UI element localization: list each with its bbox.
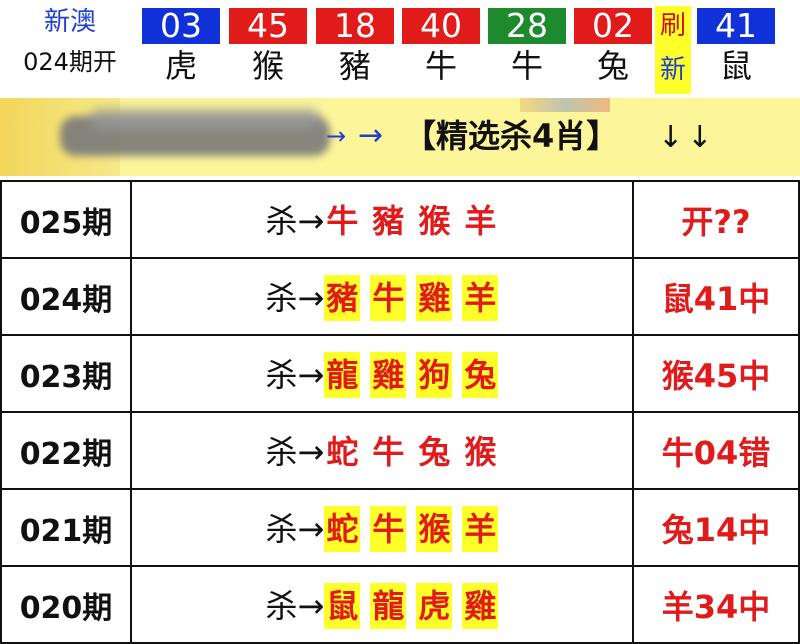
kill-zodiacs-cell: 杀→蛇牛猴羊 <box>130 488 634 567</box>
table-row: 024期 杀→豬牛雞羊鼠41中 <box>0 257 800 336</box>
zodiac-chip: 豬 <box>324 274 361 321</box>
draw-result-header: 新澳 024期开 03 虎 45 猴 18 豬 40 牛 28 牛 02 兔 41 鼠 刷 新 <box>0 0 800 95</box>
period-cell: 022期 <box>0 411 132 490</box>
kill-label: 杀→ <box>265 432 325 471</box>
zodiac-chip: 牛 <box>370 505 407 552</box>
zodiac-chip: 兔 <box>462 351 499 398</box>
ball-number: 41 <box>697 8 775 44</box>
right-arrow-icon: → <box>358 118 384 153</box>
zodiac-chip: 牛 <box>326 201 359 240</box>
period-cell: 025期 <box>0 180 132 259</box>
draw-ball: 41 鼠 <box>697 8 775 86</box>
zodiac-chip: 猴 <box>416 505 453 552</box>
kill-label: 杀→ <box>265 509 325 548</box>
ball-zodiac: 豬 <box>338 47 371 85</box>
draw-ball: 28 牛 <box>488 8 566 86</box>
kill-zodiacs-cell: 杀→鼠龍虎雞 <box>130 565 634 644</box>
result-cell: 开?? <box>632 180 800 259</box>
draw-period: 024期开 <box>23 48 117 76</box>
kill-label: 杀→ <box>265 278 325 317</box>
result-cell: 猴45中 <box>632 334 800 413</box>
ball-zodiac: 兔 <box>596 47 629 85</box>
zodiac-chip: 兔 <box>418 432 451 471</box>
kill-label: 杀→ <box>265 586 325 625</box>
ball-number: 03 <box>142 8 220 44</box>
table-row: 020期 杀→鼠龍虎雞羊34中 <box>0 565 800 644</box>
kill-label: 杀→ <box>265 355 325 394</box>
zodiac-chip: 狗 <box>416 351 453 398</box>
ball-number: 02 <box>574 8 652 44</box>
kill-zodiacs-cell: 杀→龍雞狗兔 <box>130 334 634 413</box>
table-row: 022期 杀→蛇牛兔猴牛04错 <box>0 411 800 490</box>
draw-ball: 18 豬 <box>316 8 394 86</box>
zodiac-chip: 龍 <box>370 582 407 629</box>
period-cell: 020期 <box>0 565 132 644</box>
draw-ball: 03 虎 <box>142 8 220 86</box>
ball-zodiac: 鼠 <box>719 47 752 85</box>
period-cell: 021期 <box>0 488 132 567</box>
prediction-table-body: 025期 杀→牛豬猴羊开?? 024期 杀→豬牛雞羊鼠41中 023期 杀→龍雞狗兔猴45… <box>0 180 800 644</box>
result-cell: 鼠41中 <box>632 257 800 336</box>
zodiac-chip: 虎 <box>416 582 453 629</box>
zodiac-chip: 猴 <box>464 432 497 471</box>
zodiac-chip: 猴 <box>418 201 451 240</box>
kill-zodiacs-cell: 杀→蛇牛兔猴 <box>130 411 634 490</box>
zodiac-chip: 羊 <box>464 201 497 240</box>
period-cell: 023期 <box>0 334 132 413</box>
right-arrow-icon: → <box>326 122 347 150</box>
zodiac-chip: 蛇 <box>324 505 361 552</box>
draw-ball: 02 兔 <box>574 8 652 86</box>
kill-label: 杀→ <box>265 201 325 240</box>
banner-title: 【精选杀4肖】 <box>404 117 619 155</box>
result-cell: 兔14中 <box>632 488 800 567</box>
kill-zodiacs-cell: 杀→豬牛雞羊 <box>130 257 634 336</box>
brand-title: 新澳 <box>43 7 96 37</box>
zodiac-chip: 雞 <box>462 582 499 629</box>
zodiac-chip: 龍 <box>324 351 361 398</box>
refresh-label-bottom: 新 <box>659 55 686 85</box>
zodiac-chip: 蛇 <box>326 432 359 471</box>
result-cell: 羊34中 <box>632 565 800 644</box>
ball-zodiac: 虎 <box>164 47 197 85</box>
ball-zodiac: 牛 <box>510 47 543 85</box>
table-row: 023期 杀→龍雞狗兔猴45中 <box>0 334 800 413</box>
ball-number: 18 <box>316 8 394 44</box>
zodiac-chip: 豬 <box>372 201 405 240</box>
ball-zodiac: 猴 <box>251 47 284 85</box>
draw-ball: 45 猴 <box>229 8 307 86</box>
ball-number: 40 <box>402 8 480 44</box>
zodiac-chip: 牛 <box>370 274 407 321</box>
down-arrows-icon: ↓↓ <box>658 120 717 155</box>
kill-zodiacs-cell: 杀→牛豬猴羊 <box>130 180 634 259</box>
refresh-label-top: 刷 <box>659 11 686 41</box>
zodiac-chip: 牛 <box>372 432 405 471</box>
zodiac-chip: 雞 <box>416 274 453 321</box>
section-banner: → → 【精选杀4肖】 ↓↓ <box>0 98 800 176</box>
ball-zodiac: 牛 <box>424 47 457 85</box>
zodiac-chip: 雞 <box>370 351 407 398</box>
result-cell: 牛04错 <box>632 411 800 490</box>
ball-number: 28 <box>488 8 566 44</box>
table-row: 021期 杀→蛇牛猴羊兔14中 <box>0 488 800 567</box>
ball-number: 45 <box>229 8 307 44</box>
draw-ball: 40 牛 <box>402 8 480 86</box>
zodiac-chip: 羊 <box>462 274 499 321</box>
table-row: 025期 杀→牛豬猴羊开?? <box>0 180 800 259</box>
zodiac-chip: 鼠 <box>324 582 361 629</box>
redacted-smudge-highlight <box>90 108 320 130</box>
refresh-button[interactable]: 刷 新 <box>655 6 691 94</box>
zodiac-chip: 羊 <box>462 505 499 552</box>
decorative-graphic <box>520 98 610 112</box>
brand-block: 新澳 024期开 <box>0 4 140 80</box>
prediction-table: 025期 杀→牛豬猴羊开?? 024期 杀→豬牛雞羊鼠41中 023期 杀→龍雞狗兔猴45… <box>0 180 800 644</box>
period-cell: 024期 <box>0 257 132 336</box>
